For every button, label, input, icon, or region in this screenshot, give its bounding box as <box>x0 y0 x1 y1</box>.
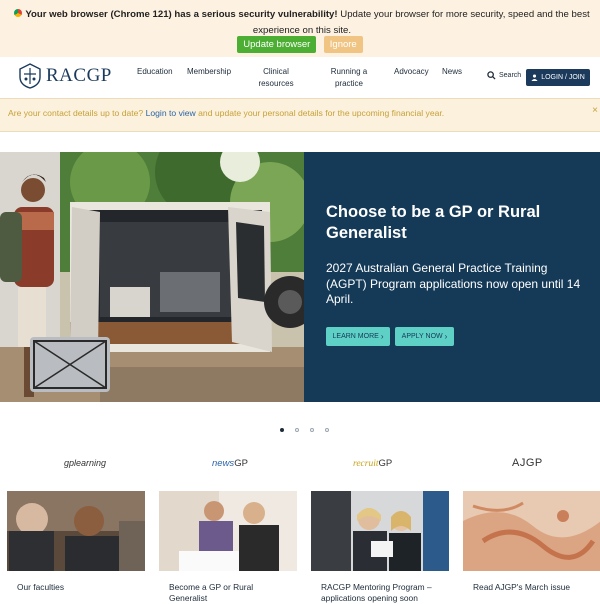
card-image <box>7 491 145 571</box>
card-title: Our faculties <box>17 582 65 592</box>
login-to-view-link[interactable]: Login to view <box>146 108 196 118</box>
hero-panel: Choose to be a GP or Rural Generalist 20… <box>304 152 600 402</box>
nav-clinical-resources[interactable]: Clinical resources <box>254 66 298 90</box>
card-image <box>463 491 600 571</box>
nav-news[interactable]: News <box>442 66 462 78</box>
hero-title: Choose to be a GP or Rural Generalist <box>326 203 541 242</box>
notice-close-icon[interactable]: × <box>592 105 598 116</box>
apply-now-label: APPLY NOW <box>401 333 443 340</box>
card-title: Become a GP or Rural Generalist <box>169 582 254 603</box>
logo-text: RACGP <box>46 65 112 86</box>
newsgp-logo-part-b: GP <box>234 458 248 469</box>
recruitgp-logo-part-a: recruit <box>353 459 379 469</box>
carousel-dot-1[interactable] <box>280 428 284 432</box>
browser-warning-bar: Your web browser (Chrome 121) has a seri… <box>0 0 600 58</box>
login-join-button[interactable]: LOGIN / JOIN <box>526 69 590 86</box>
chrome-icon <box>14 9 23 17</box>
apply-now-button[interactable]: APPLY NOW › <box>395 327 454 346</box>
carousel-dot-2[interactable] <box>295 428 299 432</box>
carousel-dot-4[interactable] <box>325 428 329 432</box>
carousel-dot-3[interactable] <box>310 428 314 432</box>
nav-running-a-practice[interactable]: Running a practice <box>326 66 372 90</box>
hero-description: 2027 Australian General Practice Trainin… <box>326 261 581 306</box>
hero-image <box>0 152 304 402</box>
newsgp-logo[interactable]: newsGP <box>212 458 248 469</box>
card-image <box>311 491 449 571</box>
contact-details-notice: Are your contact details up to date? Log… <box>0 98 600 132</box>
notice-suffix: and update your personal details for the… <box>198 108 445 118</box>
racgp-logo[interactable]: RACGP <box>18 61 112 91</box>
notice-prefix: Are your contact details up to date? <box>8 108 144 118</box>
nav-education[interactable]: Education <box>137 66 173 78</box>
notice-message: Are your contact details up to date? Log… <box>8 108 444 118</box>
nav-membership[interactable]: Membership <box>187 66 231 78</box>
card-our-faculties[interactable]: Our faculties <box>7 491 145 600</box>
ajgp-logo[interactable]: AJGP <box>512 457 543 469</box>
learn-more-label: LEARN MORE <box>332 333 379 340</box>
search-icon <box>487 71 496 80</box>
card-become-a-gp[interactable]: Become a GP or Rural Generalist <box>159 491 297 603</box>
browser-warning-bold: Your web browser (Chrome 121) has a seri… <box>25 9 338 20</box>
ignore-button[interactable]: Ignore <box>323 36 363 53</box>
nav-advocacy[interactable]: Advocacy <box>394 66 429 78</box>
recruitgp-logo[interactable]: recruitGP <box>353 458 392 469</box>
chevron-right-icon: › <box>380 332 384 341</box>
site-header: RACGP Education Membership Clinical reso… <box>0 57 600 95</box>
newsgp-logo-part-a: news <box>212 458 235 469</box>
search-label: Search <box>499 72 522 79</box>
card-title: RACGP Mentoring Program – applications o… <box>321 582 432 603</box>
racgp-crest-icon <box>19 63 41 89</box>
learn-more-button[interactable]: LEARN MORE › <box>326 327 390 346</box>
login-join-label: LOGIN / JOIN <box>541 74 585 81</box>
card-image <box>159 491 297 571</box>
user-icon <box>531 74 538 81</box>
search-button[interactable]: Search <box>487 71 521 80</box>
card-title: Read AJGP's March issue <box>473 582 571 592</box>
update-browser-button[interactable]: Update browser <box>237 36 317 53</box>
card-mentoring-program[interactable]: RACGP Mentoring Program – applications o… <box>311 491 449 603</box>
card-ajgp-march-issue[interactable]: Read AJGP's March issue <box>463 491 600 600</box>
recruitgp-logo-part-b: GP <box>378 458 393 469</box>
chevron-right-icon: › <box>444 332 448 341</box>
gplearning-logo[interactable]: gplearning <box>64 458 106 468</box>
